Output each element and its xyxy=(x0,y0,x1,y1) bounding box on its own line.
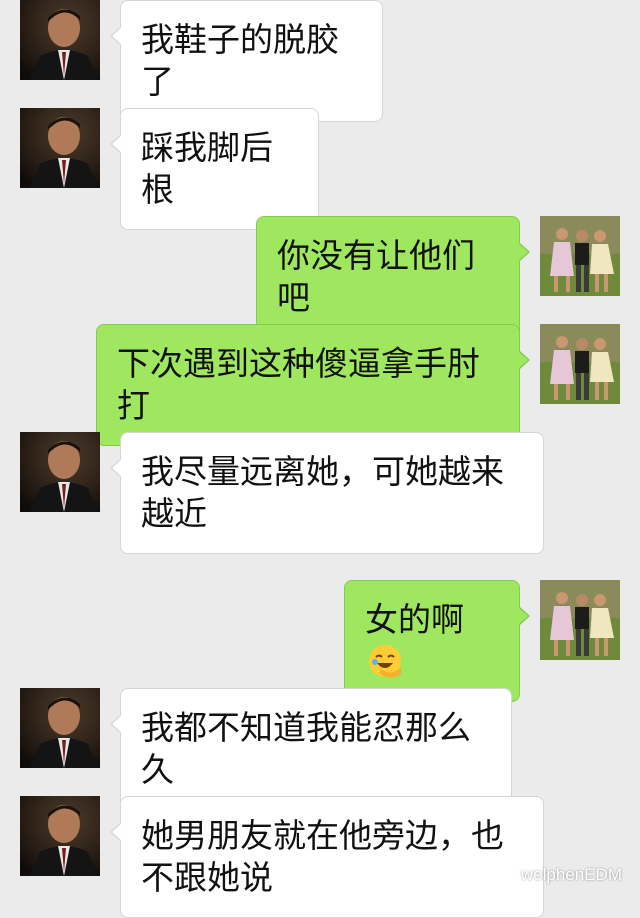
contact-avatar[interactable] xyxy=(20,108,100,188)
incoming-message-bubble[interactable]: 我都不知道我能忍那么久 xyxy=(110,688,512,810)
user-avatar[interactable] xyxy=(540,216,620,296)
message-text: 我尽量远离她，可她越来越近 xyxy=(141,452,504,533)
incoming-message-bubble[interactable]: 我尽量远离她，可她越来越近 xyxy=(110,432,544,554)
watermark: welphenEDM xyxy=(491,865,622,885)
face-palm-laughing-emoji xyxy=(367,643,403,679)
contact-avatar[interactable] xyxy=(20,432,100,512)
message-text: 踩我脚后根 xyxy=(141,128,273,209)
message-text: 下次遇到这种傻逼拿手肘打 xyxy=(117,344,480,425)
contact-avatar[interactable] xyxy=(20,688,100,768)
message-text: 她男朋友就在他旁边，也不跟她说 xyxy=(141,816,504,897)
outgoing-message-bubble[interactable]: 女的啊 xyxy=(344,580,530,702)
contact-avatar[interactable] xyxy=(20,796,100,876)
incoming-message-bubble[interactable]: 踩我脚后根 xyxy=(110,108,319,230)
message-text: 我鞋子的脱胶了 xyxy=(141,20,339,101)
outgoing-message-bubble[interactable]: 下次遇到这种傻逼拿手肘打 xyxy=(96,324,530,446)
message-text: 我都不知道我能忍那么久 xyxy=(141,708,471,789)
watermark-text: welphenEDM xyxy=(520,865,622,884)
message-text: 女的啊 xyxy=(365,600,464,639)
wechat-icon xyxy=(491,865,515,885)
incoming-message-bubble[interactable]: 她男朋友就在他旁边，也不跟她说 xyxy=(110,796,544,918)
contact-avatar[interactable] xyxy=(20,0,100,80)
message-text: 你没有让他们吧 xyxy=(277,236,475,317)
user-avatar[interactable] xyxy=(540,580,620,660)
outgoing-message-bubble[interactable]: 你没有让他们吧 xyxy=(256,216,530,338)
user-avatar[interactable] xyxy=(540,324,620,404)
incoming-message-bubble[interactable]: 我鞋子的脱胶了 xyxy=(110,0,383,122)
